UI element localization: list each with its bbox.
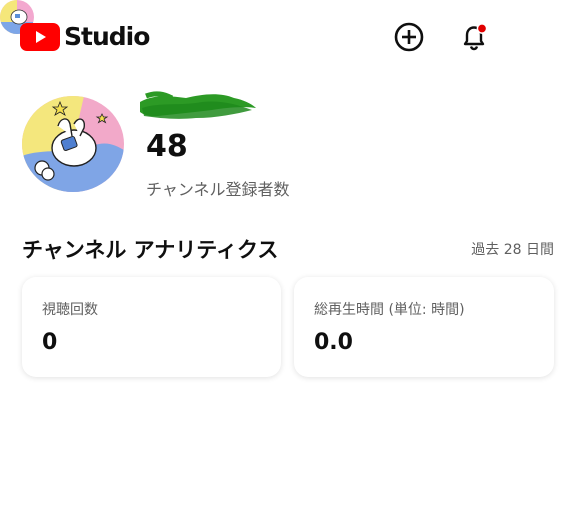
youtube-play-icon — [20, 22, 60, 51]
analytics-period: 過去 28 日間 — [471, 242, 554, 258]
channel-avatar-image-icon — [22, 96, 124, 192]
watch-time-card[interactable]: 総再生時間 (単位: 時間) 0.0 — [294, 277, 554, 377]
watch-time-value: 0.0 — [314, 330, 353, 355]
channel-summary: 48 チャンネル登録者数 — [22, 91, 562, 199]
watch-time-label: 総再生時間 (単位: 時間) — [314, 302, 465, 318]
subscriber-count: 48 — [146, 129, 188, 164]
create-icon — [394, 22, 424, 52]
logo-text: Studio — [64, 22, 150, 51]
channel-avatar[interactable] — [22, 96, 124, 192]
notification-badge — [476, 23, 488, 34]
app-header: Studio — [0, 0, 576, 74]
views-value: 0 — [42, 330, 58, 355]
redacted-channel-name — [140, 91, 256, 119]
views-card[interactable]: 視聴回数 0 — [22, 277, 281, 377]
views-label: 視聴回数 — [42, 302, 98, 318]
bell-icon — [463, 23, 488, 51]
subscriber-label: チャンネル登録者数 — [146, 180, 290, 199]
analytics-title: チャンネル アナリティクス — [22, 238, 279, 262]
create-button[interactable] — [391, 19, 427, 55]
youtube-studio-logo[interactable]: Studio — [20, 22, 150, 51]
notifications-button[interactable] — [456, 19, 492, 55]
